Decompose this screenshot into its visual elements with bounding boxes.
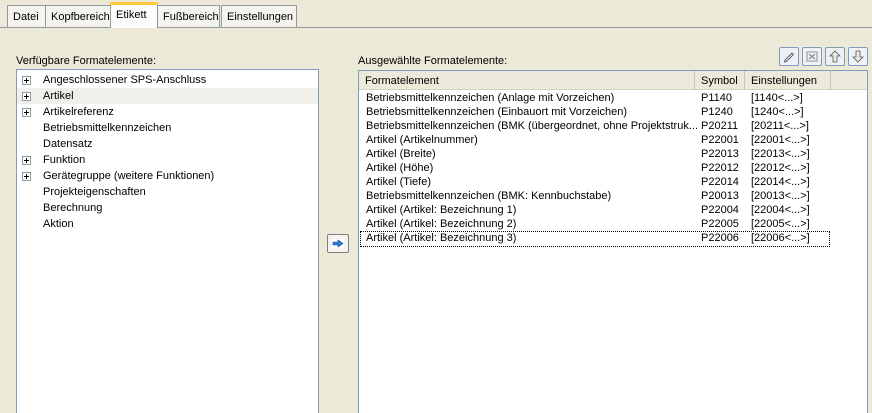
tree-item-label: Gerätegruppe (weitere Funktionen) [43, 170, 215, 182]
list-header: Formatelement Symbol Einstellungen [359, 71, 867, 90]
move-down-button[interactable] [848, 47, 868, 66]
cell-formatelement: Artikel (Tiefe) [366, 176, 431, 188]
tree-item-label: Datensatz [43, 138, 93, 150]
expand-icon[interactable] [22, 92, 31, 101]
tree-item-label: Projekteigenschaften [43, 186, 146, 198]
cell-settings[interactable]: [1140<...>] [751, 92, 831, 104]
expand-icon[interactable] [22, 108, 31, 117]
cell-formatelement: Artikel (Höhe) [366, 162, 434, 174]
delete-icon [806, 51, 818, 62]
table-row[interactable]: Betriebsmittelkennzeichen (BMK: Kennbuch… [361, 190, 867, 204]
add-element-button[interactable] [327, 234, 349, 253]
tree-item-datensatz[interactable]: Datensatz [17, 136, 318, 152]
cell-formatelement: Betriebsmittelkennzeichen (Einbauort mit… [366, 106, 628, 118]
column-header-einstellungen[interactable]: Einstellungen [745, 71, 831, 90]
cell-settings[interactable]: [22001<...>] [751, 134, 831, 146]
tree-item-label: Artikelreferenz [43, 106, 114, 118]
cell-symbol: P22004 [701, 204, 739, 216]
expand-icon[interactable] [22, 76, 31, 85]
tree-item-betriebsmittelkennzeichen[interactable]: Betriebsmittelkennzeichen [17, 120, 318, 136]
column-header-symbol[interactable]: Symbol [695, 71, 745, 90]
cell-symbol: P22014 [701, 176, 739, 188]
cell-settings[interactable]: [22005<...>] [751, 218, 831, 230]
cell-settings[interactable]: [20211<...>] [751, 120, 831, 132]
tree-item-aktion[interactable]: Aktion [17, 216, 318, 232]
cell-settings[interactable]: [22004<...>] [751, 204, 831, 216]
cell-formatelement: Artikel (Artikelnummer) [366, 134, 478, 146]
tab-kopfbereich[interactable]: Kopfbereich [45, 5, 111, 27]
cell-formatelement: Betriebsmittelkennzeichen (BMK: Kennbuch… [366, 190, 612, 202]
cell-symbol: P22001 [701, 134, 739, 146]
table-row[interactable]: Artikel (Breite) P22013 [22013<...>] [361, 148, 867, 162]
selected-elements-label: Ausgewählte Formatelemente: [358, 55, 508, 67]
move-down-icon [852, 50, 864, 63]
tree-item-label: Berechnung [43, 202, 103, 214]
expand-icon[interactable] [22, 172, 31, 181]
table-row[interactable]: Betriebsmittelkennzeichen (BMK (übergeor… [361, 120, 867, 134]
tree-item-artikel[interactable]: Artikel [17, 88, 318, 104]
cell-settings[interactable]: [22013<...>] [751, 148, 831, 160]
table-row[interactable]: Artikel (Höhe) P22012 [22012<...>] [361, 162, 867, 176]
tab-bar: Datei Kopfbereich Etikett Fußbereich Ein… [0, 0, 872, 28]
available-elements-tree[interactable]: Angeschlossener SPS-Anschluss Artikel Ar… [16, 69, 319, 413]
tab-etikett[interactable]: Etikett [110, 2, 158, 28]
column-header-formatelement[interactable]: Formatelement [359, 71, 695, 90]
tree-item-geraetegruppe[interactable]: Gerätegruppe (weitere Funktionen) [17, 168, 318, 184]
cell-settings[interactable]: [22012<...>] [751, 162, 831, 174]
move-up-icon [829, 50, 841, 63]
available-elements-label: Verfügbare Formatelemente: [16, 55, 157, 67]
cell-symbol: P20211 [701, 120, 739, 132]
cell-settings[interactable]: [22006<...>] [751, 232, 831, 244]
tree-item-projekteigenschaften[interactable]: Projekteigenschaften [17, 184, 318, 200]
cell-symbol: P1240 [701, 106, 733, 118]
cell-symbol: P1140 [701, 92, 732, 104]
table-row[interactable]: Artikel (Artikel: Bezeichnung 1) P22004 … [361, 204, 867, 218]
table-row[interactable]: Betriebsmittelkennzeichen (Anlage mit Vo… [361, 92, 867, 106]
expand-icon[interactable] [22, 156, 31, 165]
delete-button[interactable] [802, 47, 822, 66]
selected-elements-list[interactable]: Formatelement Symbol Einstellungen Betri… [358, 70, 868, 413]
table-row[interactable]: Artikel (Artikelnummer) P22001 [22001<..… [361, 134, 867, 148]
tree-item-label: Angeschlossener SPS-Anschluss [43, 74, 207, 86]
cell-formatelement: Artikel (Artikel: Bezeichnung 2) [366, 218, 517, 230]
tab-fussbereich[interactable]: Fußbereich [157, 5, 220, 27]
cell-symbol: P22012 [701, 162, 739, 174]
cell-symbol: P20013 [701, 190, 739, 202]
tree-item-label: Aktion [43, 218, 74, 230]
cell-formatelement: Artikel (Breite) [366, 148, 436, 160]
table-row[interactable]: Betriebsmittelkennzeichen (Einbauort mit… [361, 106, 867, 120]
cell-settings[interactable]: [20013<...>] [751, 190, 831, 202]
edit-button[interactable] [779, 47, 799, 66]
cell-formatelement: Betriebsmittelkennzeichen (BMK (übergeor… [366, 120, 698, 132]
table-row-focused[interactable]: Artikel (Artikel: Bezeichnung 3) P22006 … [360, 231, 831, 247]
move-up-button[interactable] [825, 47, 845, 66]
cell-formatelement: Betriebsmittelkennzeichen (Anlage mit Vo… [366, 92, 615, 104]
table-row[interactable]: Artikel (Artikel: Bezeichnung 2) P22005 … [361, 218, 867, 232]
arrow-right-icon [332, 239, 344, 248]
cell-settings[interactable]: [22014<...>] [751, 176, 831, 188]
cell-symbol: P22013 [701, 148, 739, 160]
tree-item-berechnung[interactable]: Berechnung [17, 200, 318, 216]
tab-datei[interactable]: Datei [7, 5, 46, 27]
tree-item-sps-anschluss[interactable]: Angeschlossener SPS-Anschluss [17, 72, 318, 88]
tree-item-label: Funktion [43, 154, 86, 166]
edit-icon [783, 52, 795, 63]
tree-item-funktion[interactable]: Funktion [17, 152, 318, 168]
tree-item-label: Betriebsmittelkennzeichen [43, 122, 172, 134]
tab-einstellungen[interactable]: Einstellungen [221, 5, 297, 27]
table-row[interactable]: Artikel (Tiefe) P22014 [22014<...>] [361, 176, 867, 190]
cell-formatelement: Artikel (Artikel: Bezeichnung 1) [366, 204, 517, 216]
tree-item-artikelreferenz[interactable]: Artikelreferenz [17, 104, 318, 120]
tree-item-label: Artikel [43, 90, 74, 102]
cell-settings[interactable]: [1240<...>] [751, 106, 831, 118]
cell-formatelement: Artikel (Artikel: Bezeichnung 3) [366, 232, 517, 244]
cell-symbol: P22005 [701, 218, 739, 230]
cell-symbol: P22006 [701, 232, 739, 244]
